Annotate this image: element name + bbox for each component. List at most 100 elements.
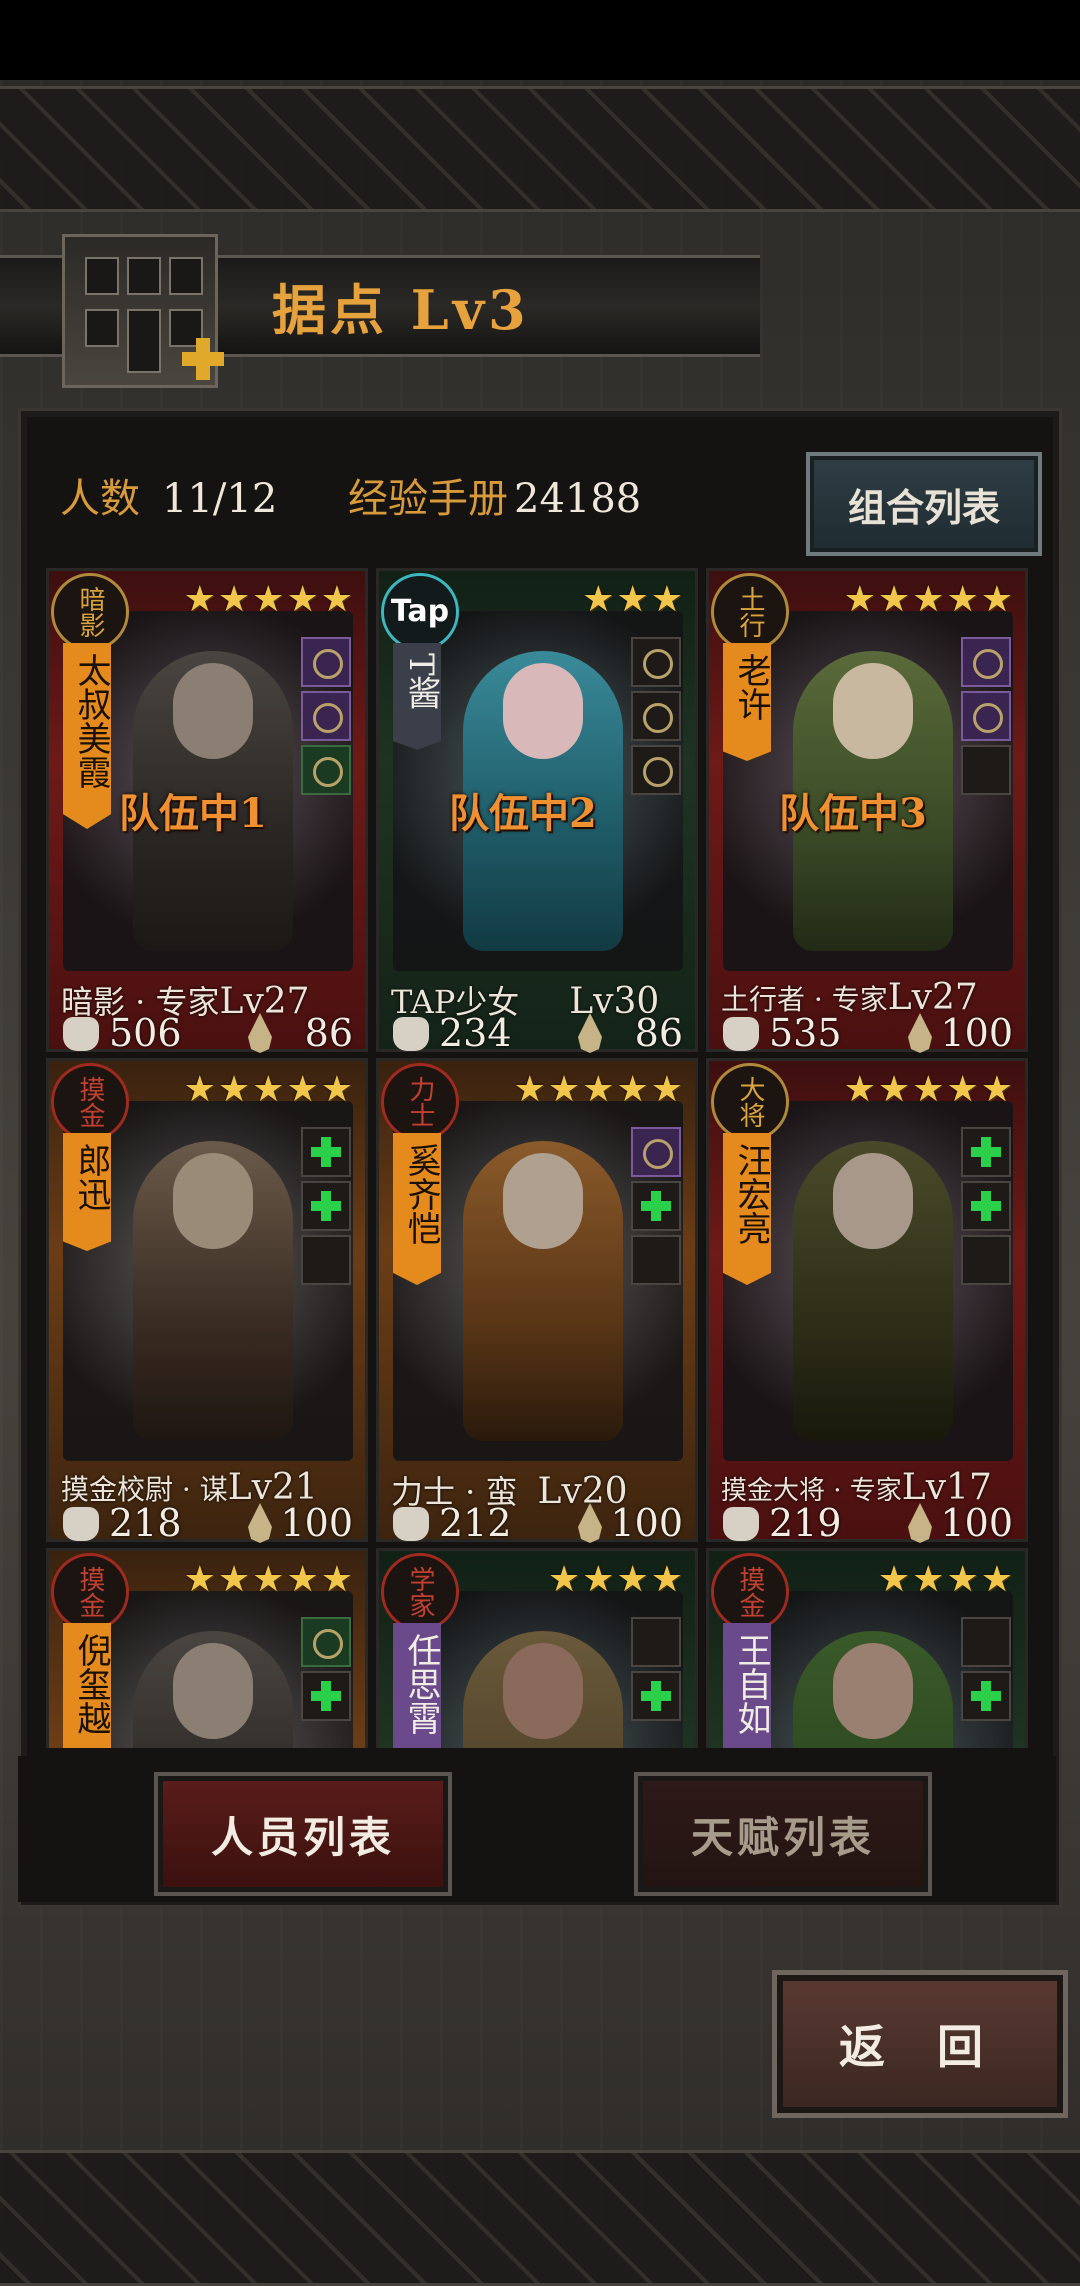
- hp-value: 100: [940, 1011, 1013, 1055]
- character-card[interactable]: 摸金 ★★★★★ 倪玺越: [46, 1548, 368, 1748]
- character-name: 郎迅: [63, 1133, 111, 1251]
- equip-slot[interactable]: [301, 1617, 351, 1667]
- exp-value: 24188: [514, 476, 642, 522]
- attack-value: 212: [439, 1501, 512, 1545]
- rarity-stars: ★★★★★: [843, 1069, 1015, 1110]
- faction-badge: Tap: [381, 573, 459, 651]
- tab-personnel-list[interactable]: 人员列表: [154, 1772, 452, 1896]
- character-name: 任思霄: [393, 1623, 441, 1748]
- equip-slot[interactable]: [631, 745, 681, 795]
- rarity-stars: ★★★★★: [183, 1559, 355, 1600]
- attack-value: 535: [769, 1011, 842, 1055]
- character-card[interactable]: 摸金 ★★★★★ 郎迅 摸金校尉 · 谋Lv21 218 100: [46, 1058, 368, 1545]
- equip-slot[interactable]: [301, 1235, 351, 1285]
- team-status: 队伍中3: [779, 790, 927, 837]
- add-equip-slot[interactable]: [631, 1671, 681, 1721]
- equip-slot[interactable]: [631, 691, 681, 741]
- drop-icon: [248, 1503, 272, 1543]
- hp-value: 100: [610, 1501, 683, 1545]
- equip-slot[interactable]: [961, 637, 1011, 687]
- equip-slot[interactable]: [961, 1235, 1011, 1285]
- character-name: 倪玺越: [63, 1623, 111, 1748]
- character-name: 王自如: [723, 1623, 771, 1748]
- add-equip-slot[interactable]: [961, 1671, 1011, 1721]
- character-card[interactable]: 力士 ★★★★★ 奚齐恺 力士 · 蛮 Lv20 212 100: [376, 1058, 698, 1545]
- equip-slot[interactable]: [301, 691, 351, 741]
- add-equip-slot[interactable]: [301, 1127, 351, 1177]
- hp-value: 86: [304, 1011, 353, 1055]
- add-equip-slot[interactable]: [961, 1181, 1011, 1231]
- character-card[interactable]: 暗影 ★★★★★ 太叔美霞 队伍中1 暗影 · 专家Lv27 506 86: [46, 568, 368, 1055]
- exp-stat: 经验手册 24188: [348, 466, 641, 524]
- character-grid: 暗影 ★★★★★ 太叔美霞 队伍中1 暗影 · 专家Lv27 506 86 Ta…: [46, 568, 1036, 1748]
- status-bar: [0, 0, 1080, 80]
- add-equip-slot[interactable]: [301, 1181, 351, 1231]
- level-label: Lv27: [219, 981, 310, 1022]
- drop-icon: [908, 1503, 932, 1543]
- class-level: TAP少女 Lv30: [391, 977, 659, 1023]
- faction-badge: 摸金: [711, 1553, 789, 1631]
- character-card[interactable]: 摸金 ★★★★ 王自如: [706, 1548, 1028, 1748]
- hp-value: 100: [280, 1501, 353, 1545]
- equip-slot[interactable]: [961, 1617, 1011, 1667]
- character-name: 老许: [723, 643, 771, 761]
- faction-badge: 学家: [381, 1553, 459, 1631]
- equip-slot[interactable]: [301, 637, 351, 687]
- rarity-stars: ★★★★★: [183, 579, 355, 620]
- equip-slot[interactable]: [961, 691, 1011, 741]
- team-status: 队伍中1: [119, 790, 267, 837]
- equip-slot[interactable]: [301, 745, 351, 795]
- rarity-stars: ★★★★★: [513, 1069, 685, 1110]
- faction-badge: 土行: [711, 573, 789, 651]
- attack-value: 234: [439, 1011, 512, 1055]
- character-name: 奚齐恺: [393, 1133, 441, 1285]
- combo-list-button[interactable]: 组合列表: [806, 452, 1042, 556]
- fist-icon: [393, 1017, 429, 1051]
- rarity-stars: ★★★★: [877, 1559, 1015, 1600]
- rarity-stars: ★★★★★: [843, 579, 1015, 620]
- character-name: 太叔美霞: [63, 643, 111, 829]
- back-button[interactable]: 返 回: [772, 1970, 1068, 2118]
- faction-badge: 摸金: [51, 1553, 129, 1631]
- equip-slot[interactable]: [631, 637, 681, 687]
- fist-icon: [723, 1017, 759, 1051]
- add-equip-slot[interactable]: [961, 1127, 1011, 1177]
- add-equip-slot[interactable]: [301, 1671, 351, 1721]
- equip-slot[interactable]: [631, 1617, 681, 1667]
- add-equip-slot[interactable]: [631, 1181, 681, 1231]
- character-card[interactable]: 大将 ★★★★★ 汪宏亮 摸金大将 · 专家Lv17 219 100: [706, 1058, 1028, 1545]
- attack-value: 219: [769, 1501, 842, 1545]
- equip-slot[interactable]: [961, 745, 1011, 795]
- plus-icon[interactable]: [180, 336, 226, 382]
- class-level: 暗影 · 专家Lv27: [61, 977, 310, 1023]
- character-name: 汪宏亮: [723, 1133, 771, 1285]
- character-card[interactable]: Tap ★★★ T酱 队伍中2 TAP少女 Lv30 234 86: [376, 568, 698, 1055]
- members-value: 11/12: [162, 476, 278, 522]
- equip-slot[interactable]: [631, 1127, 681, 1177]
- team-status: 队伍中2: [449, 790, 597, 837]
- members-stat: 人数 11/12: [60, 466, 277, 524]
- fist-icon: [63, 1507, 99, 1541]
- faction-badge: 力士: [381, 1063, 459, 1141]
- attack-value: 506: [109, 1011, 182, 1055]
- drop-icon: [908, 1013, 932, 1053]
- character-name: T酱: [393, 643, 441, 750]
- equip-slot[interactable]: [631, 1235, 681, 1285]
- fist-icon: [723, 1507, 759, 1541]
- top-decor-band: [0, 86, 1080, 212]
- tab-talent-list[interactable]: 天赋列表: [634, 1772, 932, 1896]
- faction-badge: 摸金: [51, 1063, 129, 1141]
- bottom-decor-band: [0, 2150, 1080, 2286]
- attack-value: 218: [109, 1501, 182, 1545]
- rarity-stars: ★★★★: [547, 1559, 685, 1600]
- fist-icon: [63, 1017, 99, 1051]
- hp-value: 86: [634, 1011, 683, 1055]
- character-card[interactable]: 学家 ★★★★ 任思霄: [376, 1548, 698, 1748]
- members-label: 人数: [60, 476, 140, 522]
- exp-label: 经验手册: [348, 476, 508, 522]
- base-title: 据点 Lv3: [272, 278, 530, 342]
- rarity-stars: ★★★: [582, 579, 685, 620]
- character-card[interactable]: 土行 ★★★★★ 老许 队伍中3 土行者 · 专家Lv27 535 100: [706, 568, 1028, 1055]
- fist-icon: [393, 1507, 429, 1541]
- faction-badge: 大将: [711, 1063, 789, 1141]
